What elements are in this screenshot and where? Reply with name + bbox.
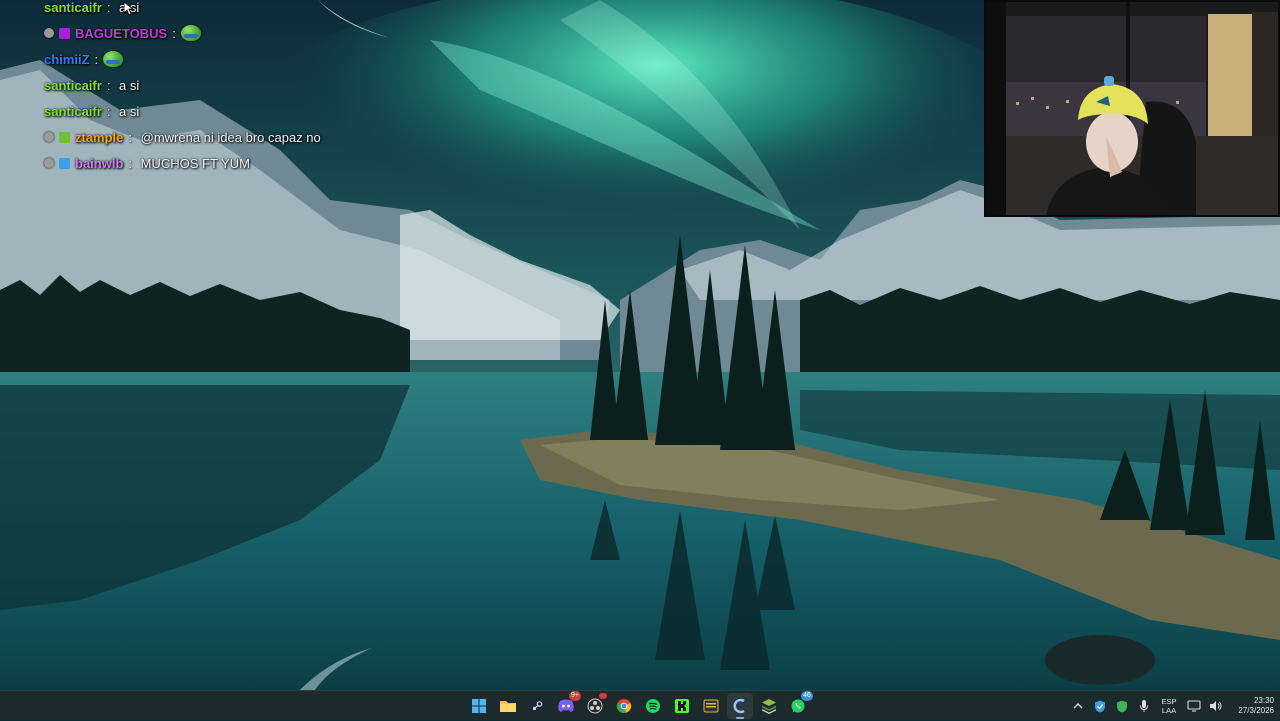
taskbar-apps: 9+ 46	[466, 691, 813, 719]
volume-icon[interactable]	[1208, 698, 1224, 714]
chat-username: ztample	[75, 129, 124, 145]
chat-username: santicaifr	[44, 103, 102, 119]
input-language-indicator[interactable]: ESP LAA	[1158, 697, 1180, 715]
webcam-feed	[984, 0, 1280, 217]
file-explorer-icon[interactable]	[495, 693, 521, 719]
language-code: ESP	[1161, 697, 1177, 706]
chat-username: bainwlb	[75, 155, 124, 171]
chat-username: santicaifr	[44, 0, 102, 15]
chat-line: santicaifr: a si	[44, 0, 140, 15]
windows-start-icon[interactable]	[466, 693, 492, 719]
pepe-emote-icon	[180, 25, 201, 41]
obs-icon[interactable]	[582, 693, 608, 719]
webcam-image	[986, 2, 1278, 215]
keyboard-layout: LAA	[1161, 706, 1177, 715]
stack-app-icon[interactable]	[756, 693, 782, 719]
notification-dot	[599, 693, 607, 699]
chat-line: bainwlb: MUCHOS FT YUM	[44, 150, 464, 176]
chat-message: a si	[119, 103, 140, 119]
microphone-icon[interactable]	[1136, 698, 1152, 714]
kick-icon[interactable]	[669, 693, 695, 719]
badge-icon	[44, 158, 54, 168]
whatsapp-icon[interactable]: 46	[785, 691, 813, 719]
steam-icon[interactable]	[524, 693, 550, 719]
pepe-emote-icon	[103, 51, 124, 67]
stream-chat-overlay: santicaifr: a si BAGUETOBUS: chimiiZ: sa…	[44, 0, 464, 176]
chat-username: BAGUETOBUS	[75, 25, 168, 41]
badge-icon	[44, 28, 54, 38]
spotify-icon[interactable]	[640, 693, 666, 719]
chat-message: a si	[119, 77, 140, 93]
subscriber-badge-icon	[59, 131, 70, 143]
chevron-up-icon[interactable]	[1070, 698, 1086, 714]
chat-line: BAGUETOBUS:	[44, 20, 464, 46]
shield-icon[interactable]	[1114, 698, 1130, 714]
chrome-icon[interactable]	[611, 693, 637, 719]
chat-line: santicaifr: a si	[44, 103, 140, 119]
chat-line: ztample: @mwrena ni idea bro capaz no	[44, 124, 464, 150]
notification-badge: 9+	[569, 691, 581, 701]
chat-username: santicaifr	[44, 77, 102, 93]
notes-app-icon[interactable]	[698, 693, 724, 719]
chat-message: MUCHOS FT YUM	[140, 155, 250, 171]
subscriber-badge-icon	[59, 157, 70, 169]
windows-taskbar: 9+ 46 ESP LAA 23:30 27/3/2026	[0, 690, 1280, 720]
notification-badge: 46	[801, 691, 813, 701]
mouse-cursor-icon	[124, 2, 134, 16]
discord-icon[interactable]: 9+	[553, 691, 581, 719]
chat-line: santicaifr: a si	[44, 77, 140, 93]
monitor-icon[interactable]	[1186, 698, 1202, 714]
streamer-app-icon[interactable]	[727, 693, 753, 719]
chat-username: chimiiZ	[44, 51, 90, 67]
chat-line: chimiiZ:	[44, 46, 464, 72]
clock-date: 27/3/2026	[1238, 706, 1274, 715]
system-clock[interactable]: 23:30 27/3/2026	[1230, 696, 1274, 716]
subscriber-badge-icon	[59, 27, 70, 39]
chat-message: @mwrena ni idea bro capaz no	[140, 129, 321, 145]
system-tray: ESP LAA 23:30 27/3/2026	[1070, 691, 1274, 721]
security-shield-icon[interactable]	[1092, 698, 1108, 714]
clock-time: 23:30	[1253, 696, 1274, 705]
badge-icon	[44, 132, 54, 142]
